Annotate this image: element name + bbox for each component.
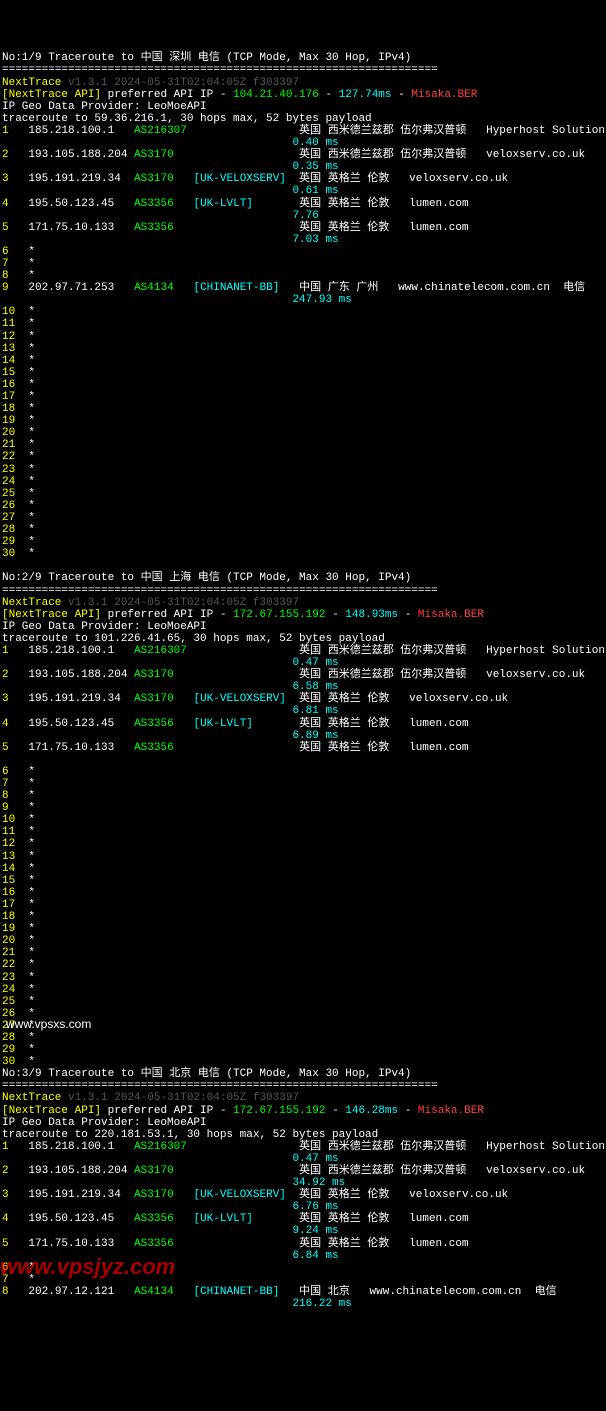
trace-header: No:2/9 Traceroute to 中国 上海 电信 (TCP Mode,… [2, 572, 604, 584]
trace-header: No:1/9 Traceroute to 中国 深圳 电信 (TCP Mode,… [2, 52, 604, 64]
terminal-output: No:1/9 Traceroute to 中国 深圳 电信 (TCP Mode,… [2, 52, 604, 1310]
trace-header: No:3/9 Traceroute to 中国 北京 电信 (TCP Mode,… [2, 1068, 604, 1080]
